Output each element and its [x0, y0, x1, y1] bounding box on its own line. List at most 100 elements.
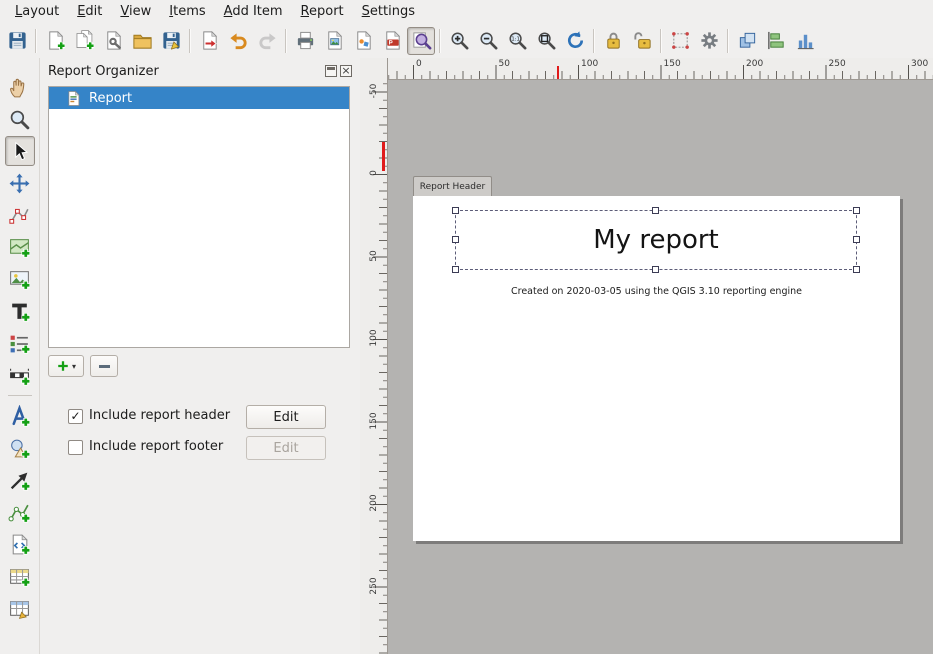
zoom-actual-button[interactable] [503, 27, 531, 55]
include-header-checkbox[interactable]: ✓ [68, 409, 83, 424]
menubar: LayoutEditViewItemsAdd ItemReportSetting… [0, 0, 933, 23]
save-items-as-template-button[interactable] [157, 27, 185, 55]
add-picture-button[interactable] [5, 264, 35, 294]
add-node-icon [8, 501, 31, 524]
selection-handle-tl[interactable] [452, 207, 459, 214]
distribute-icon [795, 30, 816, 51]
snapping-options-button[interactable] [666, 27, 694, 55]
add-items-from-template-button[interactable] [128, 27, 156, 55]
report-subtitle: Created on 2020-03-05 using the QGIS 3.1… [413, 286, 900, 297]
horizontal-ruler[interactable]: 050100150200250300 [388, 58, 933, 80]
refresh-icon [565, 30, 586, 51]
unlock-all-items-button[interactable] [628, 27, 656, 55]
close-panel-icon[interactable] [340, 65, 352, 77]
menu-settings[interactable]: Settings [353, 2, 424, 21]
main-toolbar [0, 23, 933, 58]
selection-handle-tr[interactable] [853, 207, 860, 214]
add-label-icon [8, 300, 31, 323]
add-arrow-button[interactable] [5, 465, 35, 495]
zoom-out-icon [478, 30, 499, 51]
add-legend-button[interactable] [5, 328, 35, 358]
duplicate-layout-button[interactable] [70, 27, 98, 55]
ruler-tick-label: 150 [369, 409, 379, 433]
menu-view[interactable]: View [111, 2, 160, 21]
zoom-in-icon [449, 30, 470, 51]
page-plus-icon [45, 30, 66, 51]
edit-header-button[interactable]: Edit [246, 405, 326, 429]
report-organizer-panel: Report Organizer Report ▾ ✓ Include repo… [40, 58, 360, 654]
title-label-item[interactable]: My report [455, 210, 857, 270]
menu-edit[interactable]: Edit [68, 2, 111, 21]
report-tree[interactable]: Report [48, 86, 350, 348]
zoom-tool-button[interactable] [5, 104, 35, 134]
align-items-button[interactable] [762, 27, 790, 55]
ruler-tick-label: 0 [416, 59, 422, 69]
edit-nodes-icon [8, 204, 31, 227]
layout-canvas[interactable]: Report Header My report Created on 2020-… [388, 80, 933, 654]
remove-section-button[interactable] [90, 355, 118, 377]
selection-handle-ml[interactable] [452, 236, 459, 243]
float-panel-icon[interactable] [325, 65, 337, 77]
add-scalebar-button[interactable] [5, 360, 35, 390]
zoom-in-button[interactable] [445, 27, 473, 55]
zoom-full-button[interactable] [532, 27, 560, 55]
menu-layout[interactable]: Layout [6, 2, 68, 21]
add-node-item-button[interactable] [5, 497, 35, 527]
add-html-frame-button[interactable] [5, 529, 35, 559]
zoom-out-button[interactable] [474, 27, 502, 55]
layout-properties-button[interactable] [99, 27, 127, 55]
include-footer-row: Include report footer Edit [40, 435, 360, 461]
menu-report[interactable]: Report [292, 2, 353, 21]
add-label-button[interactable] [5, 296, 35, 326]
panel-title: Report Organizer [48, 64, 159, 79]
vertical-ruler[interactable]: -50050100150200250 [360, 58, 388, 654]
lock-selected-items-button[interactable] [599, 27, 627, 55]
export-as-image-button[interactable] [320, 27, 348, 55]
zoom-to-page-button[interactable] [407, 27, 435, 55]
include-footer-checkbox[interactable] [68, 440, 83, 455]
selection-handle-br[interactable] [853, 266, 860, 273]
save-project-button[interactable] [3, 27, 31, 55]
edit-footer-button[interactable]: Edit [246, 436, 326, 460]
include-footer-label: Include report footer [89, 439, 223, 454]
add-section-button[interactable]: ▾ [48, 355, 84, 377]
move-item-content-tool-button[interactable] [5, 168, 35, 198]
add-fixed-table-button[interactable] [5, 593, 35, 623]
selection-handle-bl[interactable] [452, 266, 459, 273]
distribute-items-button[interactable] [791, 27, 819, 55]
export-as-pdf-button[interactable] [378, 27, 406, 55]
add-shape-button[interactable] [5, 433, 35, 463]
select-move-item-tool-button[interactable] [5, 136, 35, 166]
undo-button[interactable] [224, 27, 252, 55]
refresh-view-button[interactable] [561, 27, 589, 55]
raise-items-button[interactable] [733, 27, 761, 55]
print-report-button[interactable] [291, 27, 319, 55]
selection-handle-bm[interactable] [652, 266, 659, 273]
settings-options-button[interactable] [695, 27, 723, 55]
export-report-button[interactable] [195, 27, 223, 55]
unlock-icon [632, 30, 653, 51]
add-map-button[interactable] [5, 232, 35, 262]
gear-icon [699, 30, 720, 51]
snap-grid-icon [670, 30, 691, 51]
menu-add-item[interactable]: Add Item [215, 2, 292, 21]
ruler-tick-label: 300 [911, 59, 928, 69]
report-icon [65, 90, 82, 107]
add-north-arrow-button[interactable] [5, 401, 35, 431]
toolbar-separator [593, 29, 595, 53]
menu-items[interactable]: Items [160, 2, 214, 21]
page-export-icon [199, 30, 220, 51]
toolbar-separator [35, 29, 37, 53]
selection-handle-mr[interactable] [853, 236, 860, 243]
pan-layout-tool-button[interactable] [5, 72, 35, 102]
vertical-ruler-marker [382, 142, 385, 171]
redo-button[interactable] [253, 27, 281, 55]
selection-handle-tm[interactable] [652, 207, 659, 214]
add-attribute-table-button[interactable] [5, 561, 35, 591]
report-page[interactable]: My report Created on 2020-03-05 using th… [413, 196, 900, 541]
new-layout-button[interactable] [41, 27, 69, 55]
tree-item-report[interactable]: Report [49, 87, 349, 109]
export-as-svg-button[interactable] [349, 27, 377, 55]
edit-nodes-tool-button[interactable] [5, 200, 35, 230]
ruler-tick-label: 0 [369, 161, 379, 185]
